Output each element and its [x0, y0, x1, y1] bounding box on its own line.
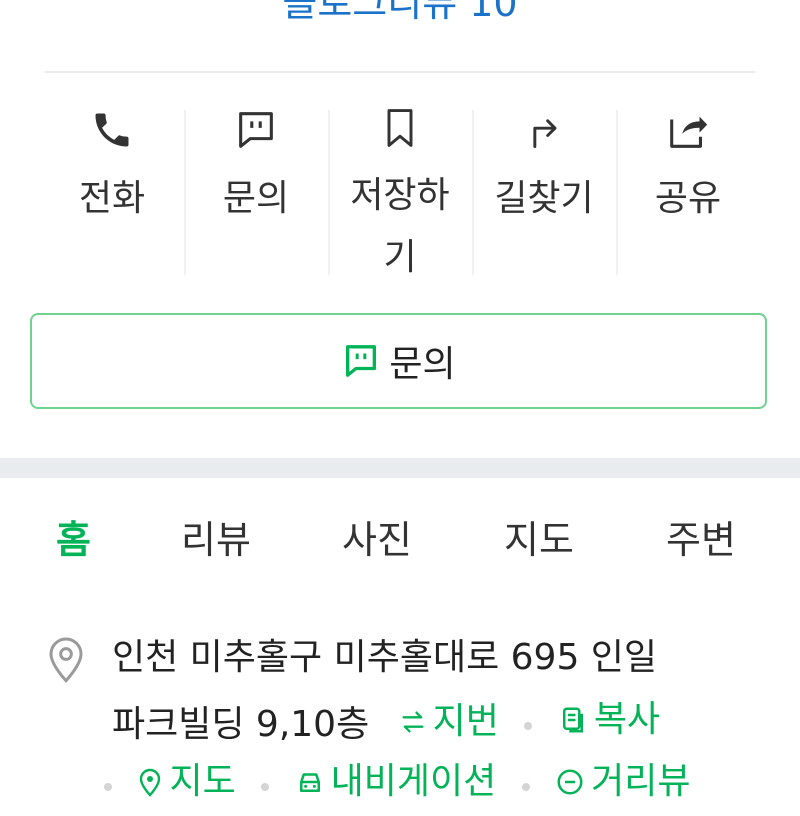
- map-link-label: 지도: [169, 761, 236, 802]
- blog-review-count[interactable]: 블로그리뷰 10: [0, 0, 800, 28]
- call-button[interactable]: 전화: [40, 100, 184, 280]
- inquiry-button-label: 문의: [389, 344, 456, 385]
- separator-dot: [524, 722, 533, 730]
- copy-button[interactable]: 복사: [558, 690, 660, 750]
- address-links: 지도 내비게이션 거리뷰: [104, 752, 691, 816]
- copy-label: 복사: [593, 699, 661, 740]
- street-view-link[interactable]: 거리뷰: [555, 752, 691, 812]
- map-link[interactable]: 지도: [137, 752, 236, 812]
- inquiry-button[interactable]: 문의: [30, 313, 767, 409]
- location-pin-icon: [49, 637, 83, 683]
- action-label: 문의: [222, 178, 290, 219]
- save-button[interactable]: 저장하 기: [328, 100, 472, 280]
- directions-icon: [519, 105, 569, 155]
- separator-dot: [521, 783, 530, 791]
- navigation-link[interactable]: 내비게이션: [295, 752, 497, 812]
- chat-icon: [346, 345, 377, 377]
- car-icon: [299, 773, 320, 792]
- share-button[interactable]: 공유: [616, 100, 760, 280]
- share-icon: [663, 105, 713, 155]
- tab-bar: 홈 리뷰 사진 지도 주변: [0, 510, 800, 570]
- inquiry-action-button[interactable]: 문의: [184, 100, 328, 280]
- map-pin-icon: [140, 768, 161, 797]
- directions-button[interactable]: 길찾기: [472, 100, 616, 280]
- action-label: 길찾기: [494, 178, 594, 219]
- divider: [45, 71, 755, 73]
- section-separator: [0, 458, 800, 478]
- swap-icon: [402, 711, 424, 733]
- chat-icon: [231, 105, 281, 155]
- navigation-link-label: 내비게이션: [330, 761, 497, 802]
- tab-review[interactable]: 리뷰: [181, 510, 251, 570]
- action-label: 저장하 기: [350, 175, 450, 278]
- lot-number-button[interactable]: 지번: [399, 692, 499, 752]
- bookmark-icon: [375, 105, 425, 151]
- address-line-1: 인천 미추홀구 미추홀대로 695 인일: [112, 637, 658, 678]
- street-view-label: 거리뷰: [591, 761, 691, 802]
- tab-home[interactable]: 홈: [56, 510, 91, 570]
- tab-photos[interactable]: 사진: [342, 510, 412, 570]
- street-view-icon: [557, 769, 583, 795]
- separator-dot: [261, 783, 270, 791]
- action-bar: 전화 문의 저장하 기 길찾기 공유: [40, 100, 760, 280]
- action-label: 공유: [654, 178, 722, 219]
- address-text: 파크빌딩 9,10층: [112, 704, 370, 745]
- address-line-2: 파크빌딩 9,10층 지번 복사: [112, 690, 660, 755]
- lot-number-label: 지번: [432, 701, 499, 742]
- copy-icon: [562, 707, 583, 733]
- separator-dot: [104, 783, 112, 791]
- phone-icon: [87, 105, 137, 155]
- action-label: 전화: [78, 178, 146, 219]
- tab-map[interactable]: 지도: [504, 510, 574, 570]
- tab-nearby[interactable]: 주변: [666, 510, 736, 570]
